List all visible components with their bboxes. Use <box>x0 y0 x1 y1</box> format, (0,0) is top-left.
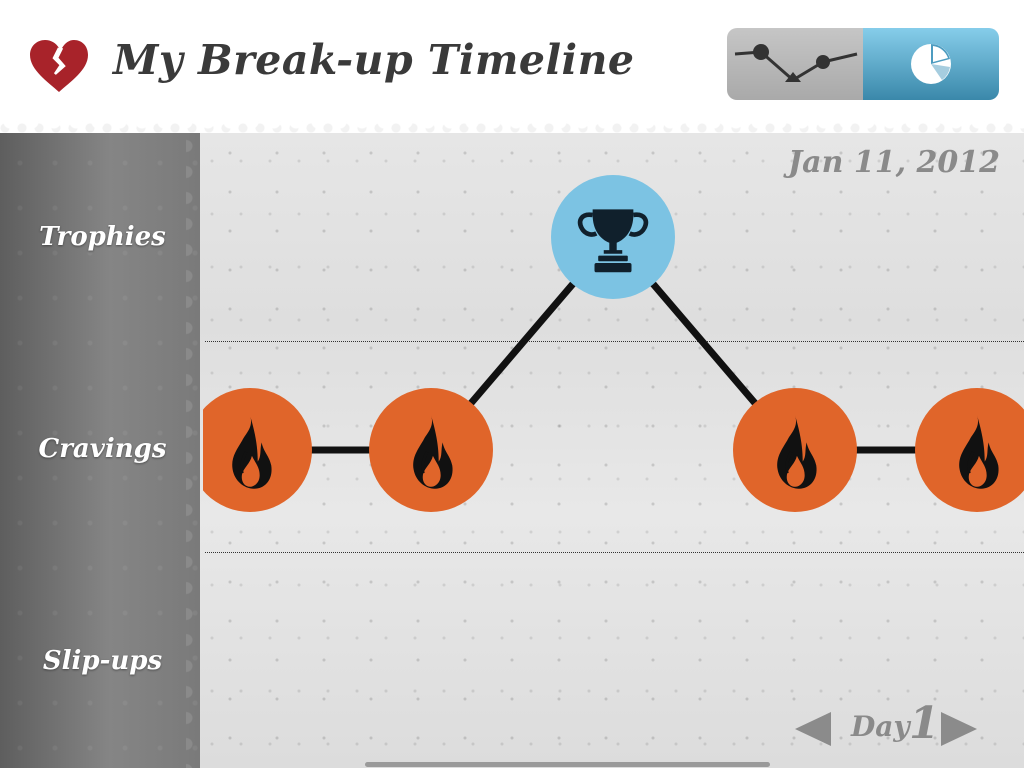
craving-node[interactable] <box>915 388 1024 512</box>
day-pager: Day 1 <box>795 698 985 756</box>
view-switch <box>727 28 999 100</box>
craving-node[interactable] <box>733 388 857 512</box>
craving-node[interactable] <box>369 388 493 512</box>
previous-day-arrow-icon[interactable] <box>795 712 831 746</box>
pie-chart-icon <box>911 44 951 84</box>
header-torn-edge <box>0 118 1024 136</box>
day-number: 1 <box>909 698 940 749</box>
trophy-node[interactable] <box>551 175 675 299</box>
app-title: My Break-up Timeline <box>113 36 635 84</box>
craving-node[interactable] <box>188 388 312 512</box>
home-indicator[interactable] <box>365 762 770 767</box>
broken-heart-icon <box>30 40 88 92</box>
chart-view-button[interactable] <box>863 28 999 100</box>
day-label: Day <box>851 710 910 743</box>
line-graph-icon <box>734 44 858 82</box>
app-screen: Trophies Cravings Slip-ups Jan 11, 2012 <box>0 0 1024 768</box>
next-day-arrow-icon[interactable] <box>941 712 977 746</box>
timeline-view-button[interactable] <box>727 28 863 100</box>
